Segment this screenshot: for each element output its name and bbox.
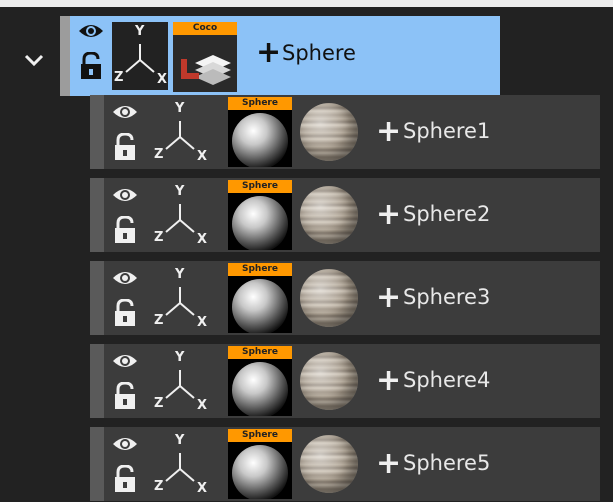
row-strip: [90, 261, 104, 335]
row-content: Y Z X Sphere: [104, 95, 600, 169]
object-name[interactable]: Sphere4: [403, 370, 490, 391]
thumbnail-tag: Sphere: [228, 429, 292, 442]
sphere-thumbnail-image: [228, 442, 292, 499]
object-name[interactable]: Sphere2: [403, 204, 490, 225]
plus-icon[interactable]: +: [256, 38, 281, 68]
material-texture-swatch[interactable]: [300, 352, 358, 410]
thumbnail[interactable]: Sphere: [228, 263, 292, 333]
thumbnail[interactable]: Sphere: [228, 429, 292, 499]
plus-icon[interactable]: +: [376, 200, 401, 230]
axes-icon: Y Z X: [152, 99, 208, 167]
unlock-icon[interactable]: [113, 465, 137, 493]
tree-row-child[interactable]: Y Z X Sphere: [90, 261, 600, 335]
unlock-icon[interactable]: [113, 133, 137, 161]
eye-icon[interactable]: [112, 186, 138, 204]
axes-icon: Y Z X: [112, 22, 168, 90]
top-border: [0, 0, 613, 7]
axis-y-label: Y: [175, 101, 185, 116]
axis-z-label: Z: [154, 396, 164, 411]
object-name[interactable]: Sphere5: [403, 453, 490, 474]
axis-x-label: X: [157, 72, 168, 87]
tree-row-child[interactable]: Y Z X Sphere: [90, 427, 600, 501]
thumbnail-tag: Sphere: [228, 180, 292, 193]
chevron-down-icon: [24, 54, 44, 67]
axes-icon: Y Z X: [152, 182, 208, 250]
axis-x-label: X: [197, 481, 208, 496]
axes-icon: Y Z X: [152, 348, 208, 416]
object-name[interactable]: Sphere3: [403, 287, 490, 308]
row-strip: [90, 427, 104, 501]
material-texture-swatch[interactable]: [300, 186, 358, 244]
collapse-toggle[interactable]: [18, 45, 50, 75]
tree-row-child[interactable]: Y Z X Sphere: [90, 178, 600, 252]
material-texture-swatch[interactable]: [300, 269, 358, 327]
row-strip: [60, 16, 70, 96]
axis-z-label: Z: [154, 230, 164, 245]
row-strip: [90, 178, 104, 252]
unlock-icon[interactable]: [79, 52, 103, 80]
eye-icon[interactable]: [112, 352, 138, 370]
axis-x-label: X: [197, 232, 208, 247]
row-strip: [90, 344, 104, 418]
axis-y-label: Y: [175, 433, 185, 448]
row-content: Y Z X Sphere: [104, 344, 600, 418]
axis-z-label: Z: [114, 70, 124, 85]
row-content: Y Z X Sphere: [104, 427, 600, 501]
thumbnail[interactable]: Coco: [173, 22, 237, 92]
thumbnail-tag: Sphere: [228, 97, 292, 110]
sphere-thumbnail-image: [228, 276, 292, 333]
unlock-icon[interactable]: [113, 382, 137, 410]
plus-icon[interactable]: +: [376, 283, 401, 313]
row-content: Y Z X Sphere: [104, 261, 600, 335]
plus-icon[interactable]: +: [376, 449, 401, 479]
material-texture-swatch[interactable]: [300, 435, 358, 493]
material-texture-swatch[interactable]: [300, 103, 358, 161]
axis-x-label: X: [197, 398, 208, 413]
axis-z-label: Z: [154, 313, 164, 328]
axis-x-label: X: [197, 315, 208, 330]
eye-icon[interactable]: [112, 269, 138, 287]
row-content: Y Z X Sphere: [104, 178, 600, 252]
tree-row-parent[interactable]: Y Z X Coco + Sphere: [60, 16, 500, 96]
axis-y-label: Y: [175, 267, 185, 282]
axis-z-label: Z: [154, 147, 164, 162]
thumbnail-tag: Sphere: [228, 346, 292, 359]
axes-icon: Y Z X: [152, 265, 208, 333]
axis-y-label: Y: [175, 184, 185, 199]
axes-icon: Y Z X: [152, 431, 208, 499]
thumbnail-tag: Sphere: [228, 263, 292, 276]
row-strip: [90, 95, 104, 169]
tree-row-child[interactable]: Y Z X Sphere: [90, 95, 600, 169]
thumbnail-tag: Coco: [173, 22, 237, 35]
thumbnail[interactable]: Sphere: [228, 97, 292, 167]
axis-z-label: Z: [154, 479, 164, 494]
sphere-thumbnail-image: [228, 193, 292, 250]
unlock-icon[interactable]: [113, 299, 137, 327]
object-name[interactable]: Sphere: [282, 43, 356, 64]
axis-x-label: X: [197, 149, 208, 164]
group-thumbnail-image: [173, 35, 237, 92]
thumbnail[interactable]: Sphere: [228, 346, 292, 416]
object-name[interactable]: Sphere1: [403, 121, 490, 142]
tree-row-child[interactable]: Y Z X Sphere: [90, 344, 600, 418]
axis-y-label: Y: [135, 24, 145, 39]
sphere-thumbnail-image: [228, 359, 292, 416]
eye-icon[interactable]: [78, 22, 104, 40]
eye-icon[interactable]: [112, 103, 138, 121]
thumbnail[interactable]: Sphere: [228, 180, 292, 250]
scene-tree: Y Z X Coco + Sphere Y Z X Sphere + Spher…: [0, 7, 613, 502]
axis-y-label: Y: [175, 350, 185, 365]
unlock-icon[interactable]: [113, 216, 137, 244]
plus-icon[interactable]: +: [376, 117, 401, 147]
eye-icon[interactable]: [112, 435, 138, 453]
sphere-thumbnail-image: [228, 110, 292, 167]
row-content: Y Z X Coco + Sphere: [70, 16, 500, 96]
plus-icon[interactable]: +: [376, 366, 401, 396]
